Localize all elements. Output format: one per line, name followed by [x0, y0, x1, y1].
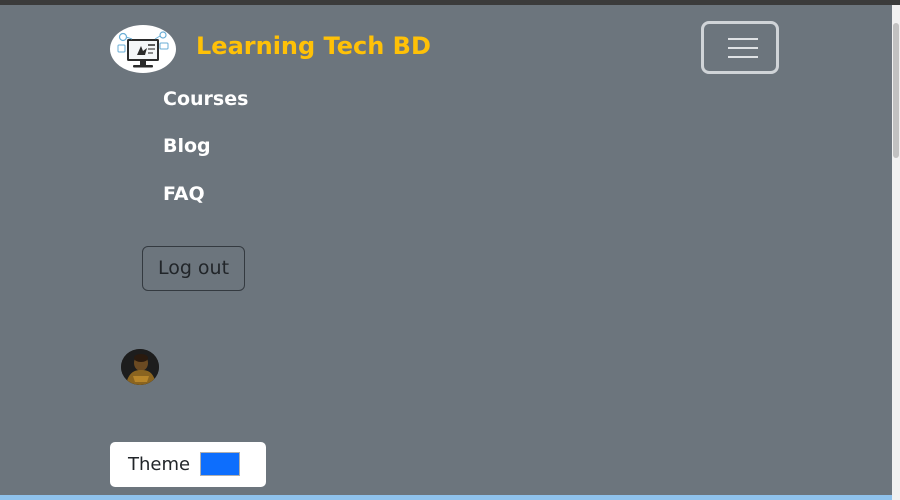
logout-button[interactable]: Log out [142, 246, 245, 291]
brand-logo[interactable] [110, 25, 176, 73]
scrollbar-thumb[interactable] [893, 23, 899, 158]
hamburger-menu-icon [728, 38, 758, 40]
page-bottom-strip [0, 495, 892, 500]
navbar-toggler-button[interactable] [701, 21, 779, 74]
computer-learning-logo-icon [117, 31, 169, 68]
hamburger-menu-icon-bar [728, 47, 758, 49]
hamburger-menu-icon-bar [728, 56, 758, 58]
brand-title[interactable]: Learning Tech BD [196, 32, 431, 60]
nav-link-faq[interactable]: FAQ [163, 183, 205, 205]
theme-selector: Theme [110, 442, 266, 487]
theme-label: Theme [128, 454, 191, 475]
nav-link-blog[interactable]: Blog [163, 135, 211, 157]
user-avatar[interactable] [121, 349, 159, 385]
theme-color-picker[interactable] [200, 452, 240, 476]
vertical-scrollbar[interactable] [892, 5, 900, 500]
navbar: Learning Tech BD Courses Blog FAQ Log ou… [0, 5, 892, 495]
nav-link-courses[interactable]: Courses [163, 88, 248, 110]
user-avatar-icon [121, 349, 159, 385]
